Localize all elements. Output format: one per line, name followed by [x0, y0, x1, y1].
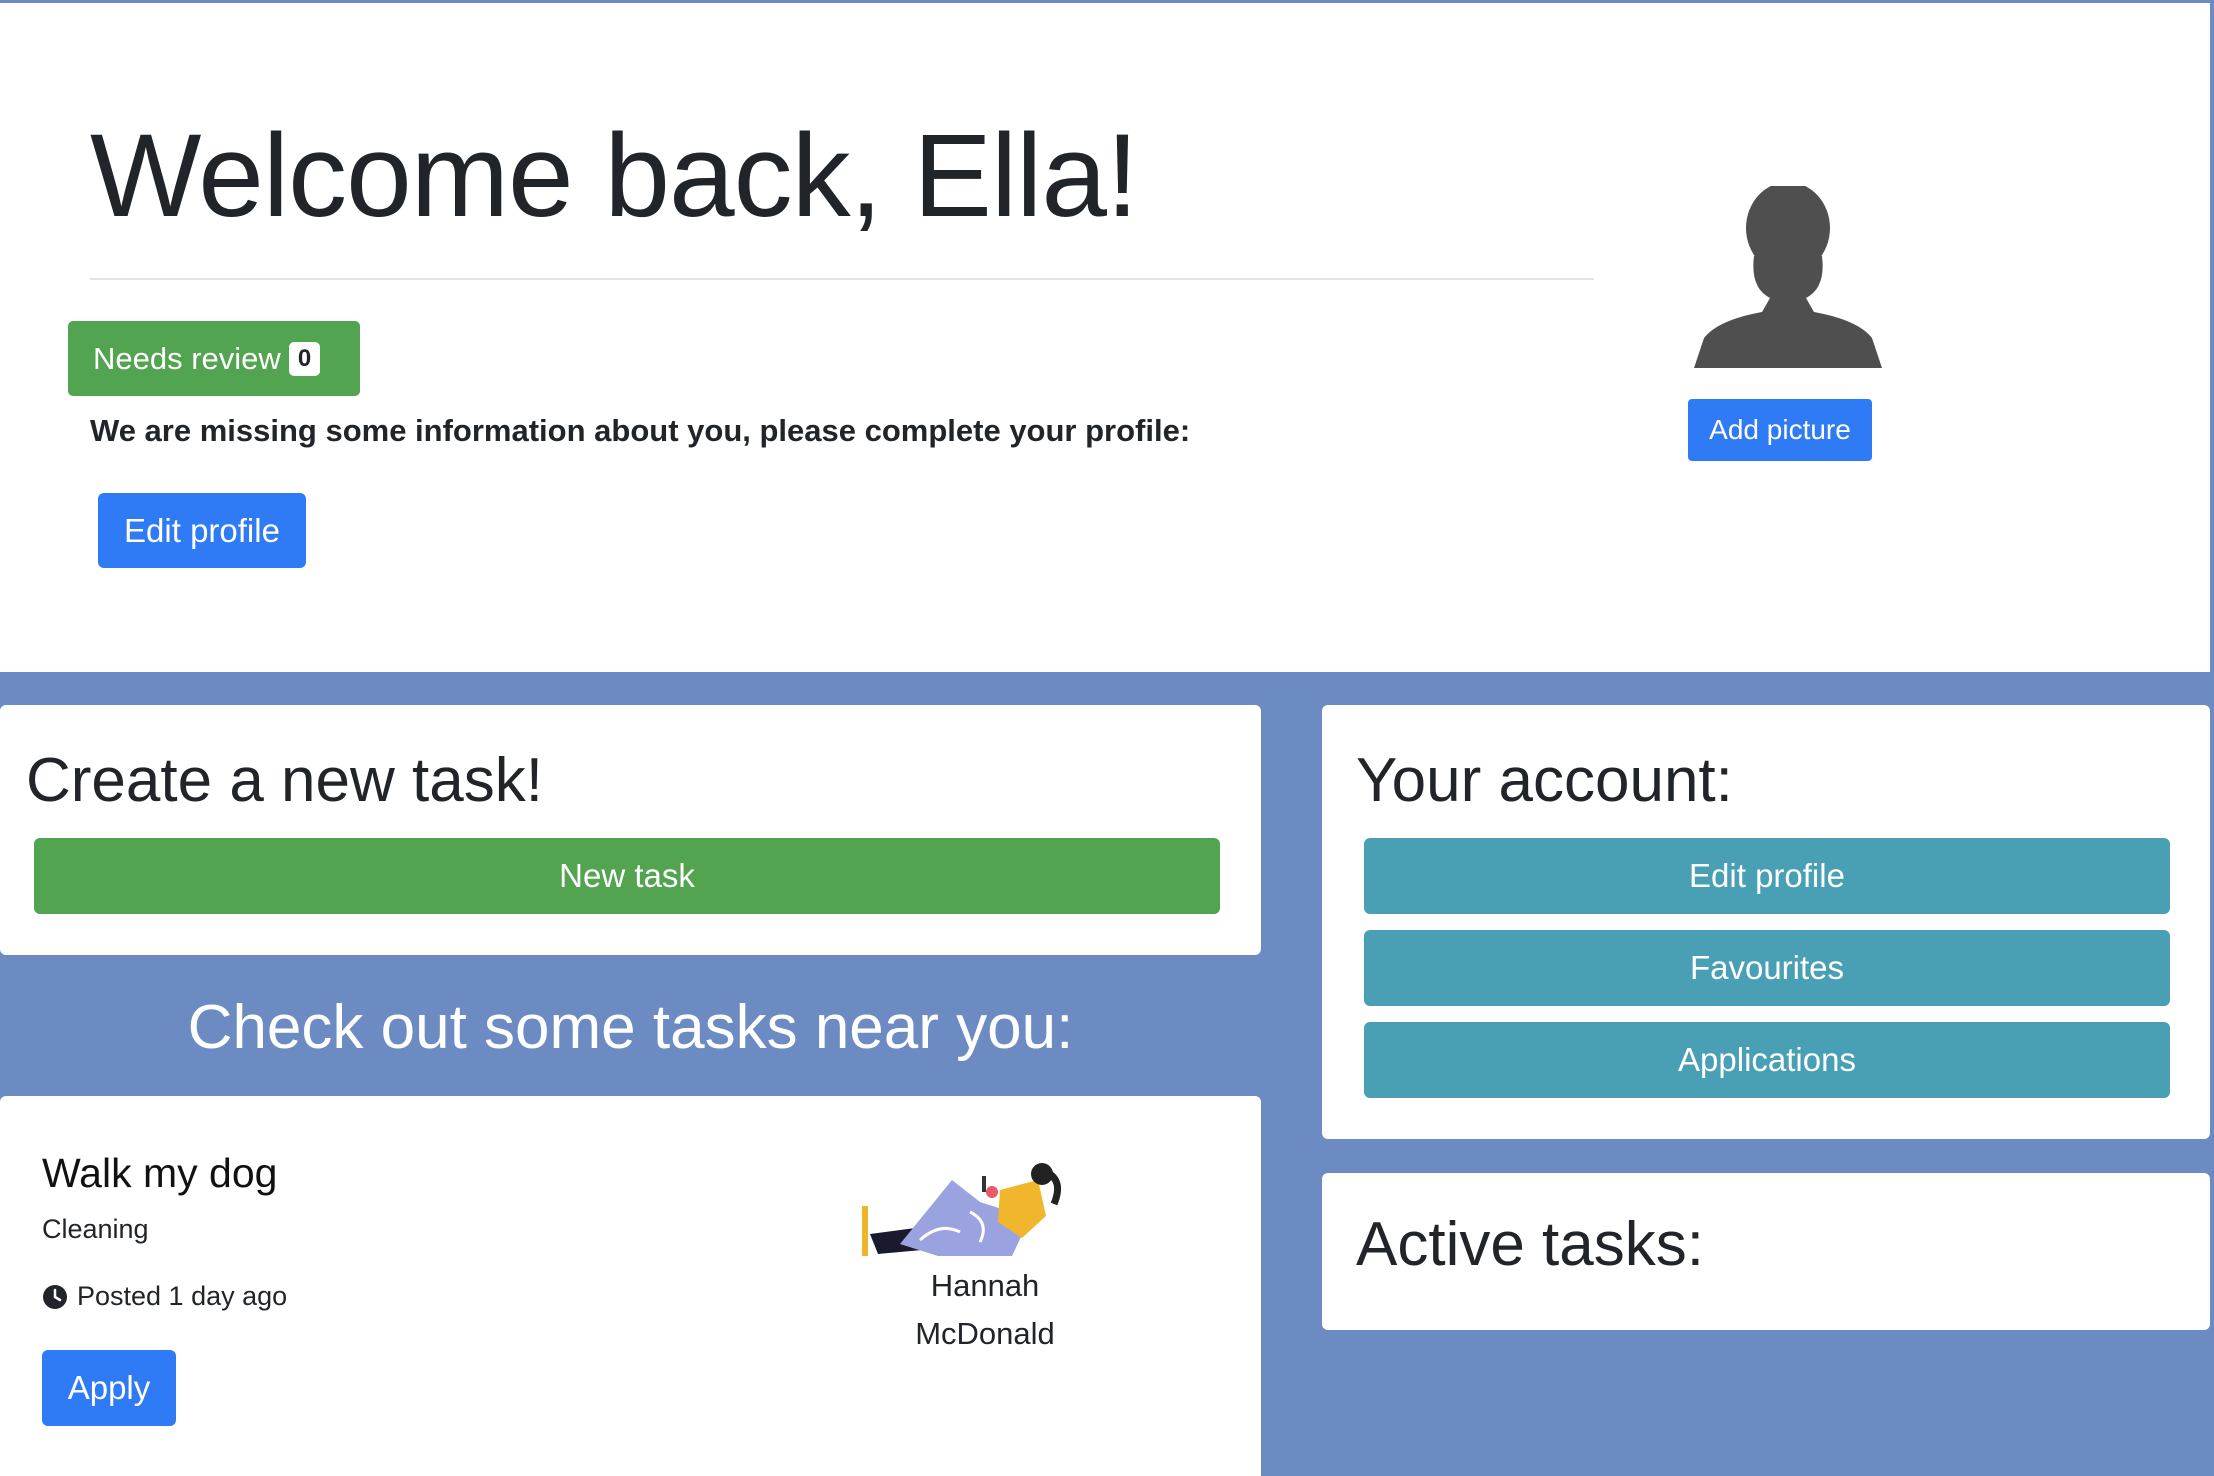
- applications-button[interactable]: Applications: [1364, 1022, 2170, 1098]
- poster-first-name: Hannah: [930, 1268, 1040, 1303]
- create-task-title: Create a new task!: [26, 746, 543, 815]
- create-task-card: Create a new task! New task: [0, 705, 1261, 955]
- active-tasks-title: Active tasks:: [1356, 1210, 1704, 1279]
- active-tasks-card: Active tasks:: [1322, 1173, 2210, 1330]
- needs-review-badge: Needs review 0: [68, 321, 360, 396]
- avatar: [1692, 182, 1884, 368]
- account-card: Your account: Edit profile Favourites Ap…: [1322, 705, 2210, 1139]
- nearby-heading: Check out some tasks near you:: [187, 993, 1074, 1062]
- poster-last-name: McDonald: [915, 1316, 1055, 1351]
- page-title: Welcome back, Ella!: [90, 110, 1139, 242]
- account-edit-profile-button[interactable]: Edit profile: [1364, 838, 2170, 914]
- user-silhouette-icon: [1694, 182, 1882, 368]
- new-task-button[interactable]: New task: [34, 838, 1220, 914]
- poster-illustration: [860, 1162, 1066, 1262]
- welcome-card: Welcome back, Ella! Needs review 0 We ar…: [0, 0, 2210, 672]
- needs-review-label: Needs review: [93, 340, 281, 376]
- missing-info-text: We are missing some information about yo…: [90, 413, 1191, 448]
- title-divider: [90, 278, 1594, 280]
- edit-profile-button[interactable]: Edit profile: [98, 493, 306, 568]
- apply-button[interactable]: Apply: [42, 1350, 176, 1426]
- account-title: Your account:: [1356, 746, 1733, 815]
- task-card: Walk my dog Cleaning Posted 1 day ago Ap…: [0, 1096, 1261, 1476]
- needs-review-count: 0: [288, 341, 321, 376]
- task-category: Cleaning: [42, 1214, 149, 1244]
- clock-icon: [43, 1284, 67, 1309]
- posted-time: Posted 1 day ago: [77, 1281, 288, 1311]
- person-reading-illustration-icon: [862, 1163, 1062, 1256]
- favourites-button[interactable]: Favourites: [1364, 930, 2170, 1006]
- task-title: Walk my dog: [42, 1150, 278, 1196]
- add-picture-button[interactable]: Add picture: [1688, 399, 1872, 461]
- task-posted: Posted 1 day ago: [42, 1281, 287, 1312]
